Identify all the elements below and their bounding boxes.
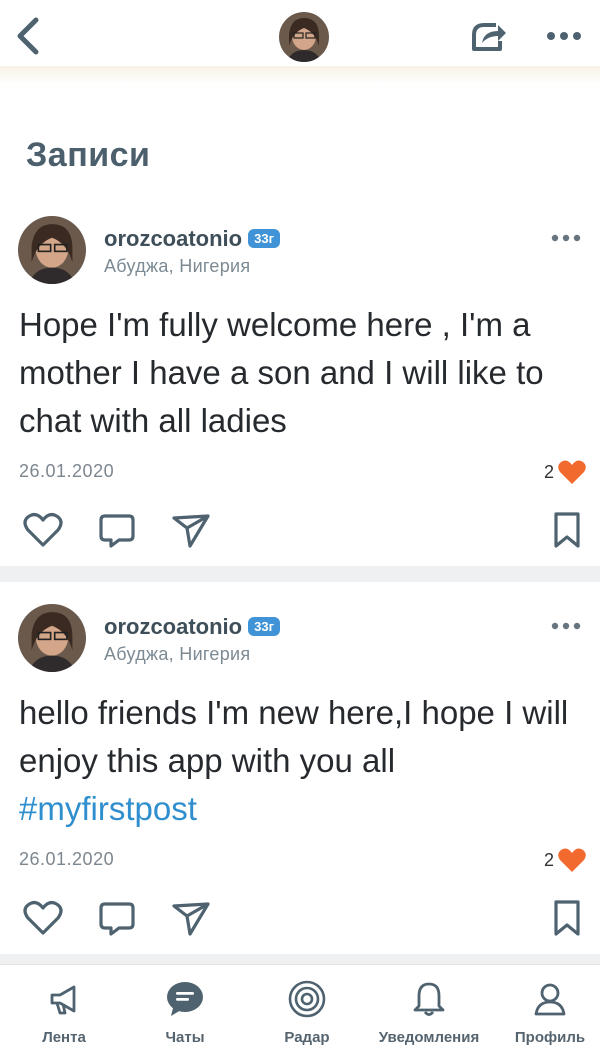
post-username-row[interactable]: orozcoatonio 33г [104,226,280,252]
post-location: Абуджа, Нигерия [104,256,251,276]
bottom-tab-bar: Лента Чаты Радар Уведомления Профиль [0,964,600,1049]
age-badge: 33г [248,617,280,636]
bookmark-button[interactable] [544,895,590,941]
comment-button[interactable] [94,507,140,553]
likes-counter[interactable]: 2 [544,846,587,874]
post-divider [0,566,600,582]
comment-button[interactable] [94,895,140,941]
avatar[interactable] [18,216,86,284]
tab-chats[interactable]: Чаты [125,965,245,1049]
send-icon [172,902,210,936]
tab-label: Чаты [165,1029,205,1046]
tab-notifications[interactable]: Уведомления [369,965,489,1049]
username[interactable]: orozcoatonio [104,614,242,639]
tab-label: Лента [42,1029,86,1046]
tab-profile[interactable]: Профиль [490,965,600,1049]
post-location: Абуджа, Нигерия [104,644,251,664]
share-icon [472,23,506,51]
more-dots-icon [547,32,581,40]
heart-filled-icon [558,848,586,872]
post-more-button[interactable] [548,226,584,250]
heart-icon [23,513,63,547]
header-shadow [0,66,600,84]
section-title: Записи [26,136,151,174]
back-button[interactable] [8,14,48,58]
post-card: orozcoatonio 33г Абуджа, Нигерия hello fr… [0,588,600,954]
tab-feed[interactable]: Лента [4,965,124,1049]
bookmark-icon [554,900,580,936]
more-dots-icon [551,234,581,242]
send-button[interactable] [168,895,214,941]
like-button[interactable] [20,507,66,553]
send-button[interactable] [168,507,214,553]
post-text-block: hello friends I'm new here,I hope I will… [19,689,579,833]
comment-icon [99,514,135,548]
more-dots-icon [551,622,581,630]
chevron-left-icon [17,17,39,55]
post-date: 26.01.2020 [19,849,115,869]
avatar[interactable] [18,604,86,672]
bell-icon [409,979,449,1019]
likes-count: 2 [544,849,555,870]
post-date: 26.01.2020 [19,461,115,481]
post-card: orozcoatonio 33г Абуджа, Нигерия Hope I'm… [0,200,600,566]
profile-icon [530,979,570,1019]
likes-counter[interactable]: 2 [544,458,587,486]
heart-icon [23,901,63,935]
heart-filled-icon [558,460,586,484]
like-button[interactable] [20,895,66,941]
post-divider [0,954,600,964]
megaphone-icon [44,979,84,1019]
tab-radar[interactable]: Радар [247,965,367,1049]
bookmark-icon [554,512,580,548]
hashtag-link[interactable]: #myfirstpost [19,790,197,827]
bookmark-button[interactable] [544,507,590,553]
post-more-button[interactable] [548,614,584,638]
tab-label: Уведомления [378,1029,480,1046]
radar-icon [287,979,327,1019]
comment-icon [99,902,135,936]
send-icon [172,514,210,548]
post-username-row[interactable]: orozcoatonio 33г [104,614,280,640]
likes-count: 2 [544,461,555,482]
chat-bubble-icon [165,979,205,1019]
post-text: hello friends I'm new here,I hope I will… [19,694,569,779]
tab-label: Радар [284,1029,330,1046]
age-badge: 33г [248,229,280,248]
share-button[interactable] [466,16,510,58]
header-avatar[interactable] [279,12,329,62]
tab-label: Профиль [514,1029,586,1046]
more-button[interactable] [544,20,584,52]
username[interactable]: orozcoatonio [104,226,242,251]
post-text: Hope I'm fully welcome here , I'm a moth… [19,306,544,439]
